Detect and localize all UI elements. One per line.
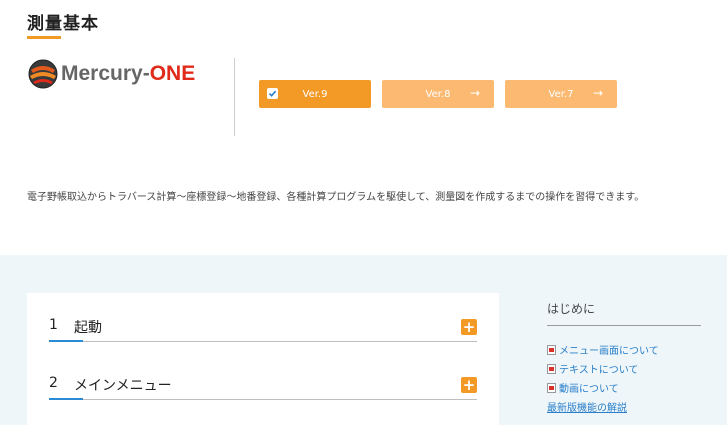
arrow-right-icon: → — [469, 86, 480, 100]
sidebar-title: はじめに — [547, 302, 596, 316]
check-icon — [267, 88, 278, 99]
chapter-title: メインメニュー — [74, 378, 172, 394]
vertical-divider — [234, 58, 235, 136]
arrow-right-icon: → — [592, 86, 603, 100]
chapter-accent-line — [49, 398, 83, 400]
sidebar-links: メニュー画面について テキストについて 動画について 最新版機能の解説 — [547, 340, 701, 416]
mercury-one-logo: Mercury-ONE — [27, 58, 195, 90]
title-underline — [27, 36, 61, 39]
version-9-button[interactable]: Ver.9 — [259, 80, 371, 108]
chapter-card: 1 起動 + 2 メインメニュー + — [27, 293, 499, 425]
pdf-icon — [547, 344, 556, 355]
sidebar-link-label: メニュー画面について — [559, 346, 659, 357]
chapter-divider — [49, 399, 477, 400]
pdf-icon — [547, 382, 556, 393]
sidebar-intro: はじめに メニュー画面について テキストについて 動画について 最新版機能の解説 — [547, 300, 701, 416]
logo-mark-icon — [28, 59, 58, 89]
sidebar-link-label: テキストについて — [559, 365, 639, 376]
expand-plus-icon[interactable]: + — [461, 319, 477, 335]
sidebar-link-label: 最新版機能の解説 — [547, 403, 627, 414]
sidebar-link-menu-screen[interactable]: メニュー画面について — [547, 340, 701, 359]
version-label: Ver.7 — [548, 88, 574, 100]
version-7-button[interactable]: Ver.7 → — [505, 80, 617, 108]
chapter-number: 1 — [49, 317, 58, 333]
chapter-title: 起動 — [74, 320, 102, 336]
chapter-item-2[interactable]: 2 メインメニュー + — [49, 375, 477, 423]
chapter-divider — [49, 341, 477, 342]
header-area — [0, 0, 727, 255]
version-label: Ver.9 — [302, 88, 328, 100]
pdf-icon — [547, 363, 556, 374]
sidebar-link-label: 動画について — [559, 384, 619, 395]
logo-text: Mercury-ONE — [61, 62, 196, 85]
expand-plus-icon[interactable]: + — [461, 377, 477, 393]
chapter-accent-line — [49, 340, 83, 342]
version-8-button[interactable]: Ver.8 → — [382, 80, 494, 108]
chapter-number: 2 — [49, 375, 58, 391]
sidebar-divider — [547, 325, 701, 326]
chapter-item-1[interactable]: 1 起動 + — [49, 317, 477, 365]
page-title: 測量基本 — [27, 14, 99, 34]
sidebar-link-text[interactable]: テキストについて — [547, 359, 701, 378]
version-label: Ver.8 — [425, 88, 451, 100]
course-description: 電子野帳取込からトラバース計算〜座標登録〜地番登録、各種計算プログラムを駆使して… — [27, 192, 645, 203]
sidebar-link-latest-features[interactable]: 最新版機能の解説 — [547, 397, 701, 416]
sidebar-link-video[interactable]: 動画について — [547, 378, 701, 397]
